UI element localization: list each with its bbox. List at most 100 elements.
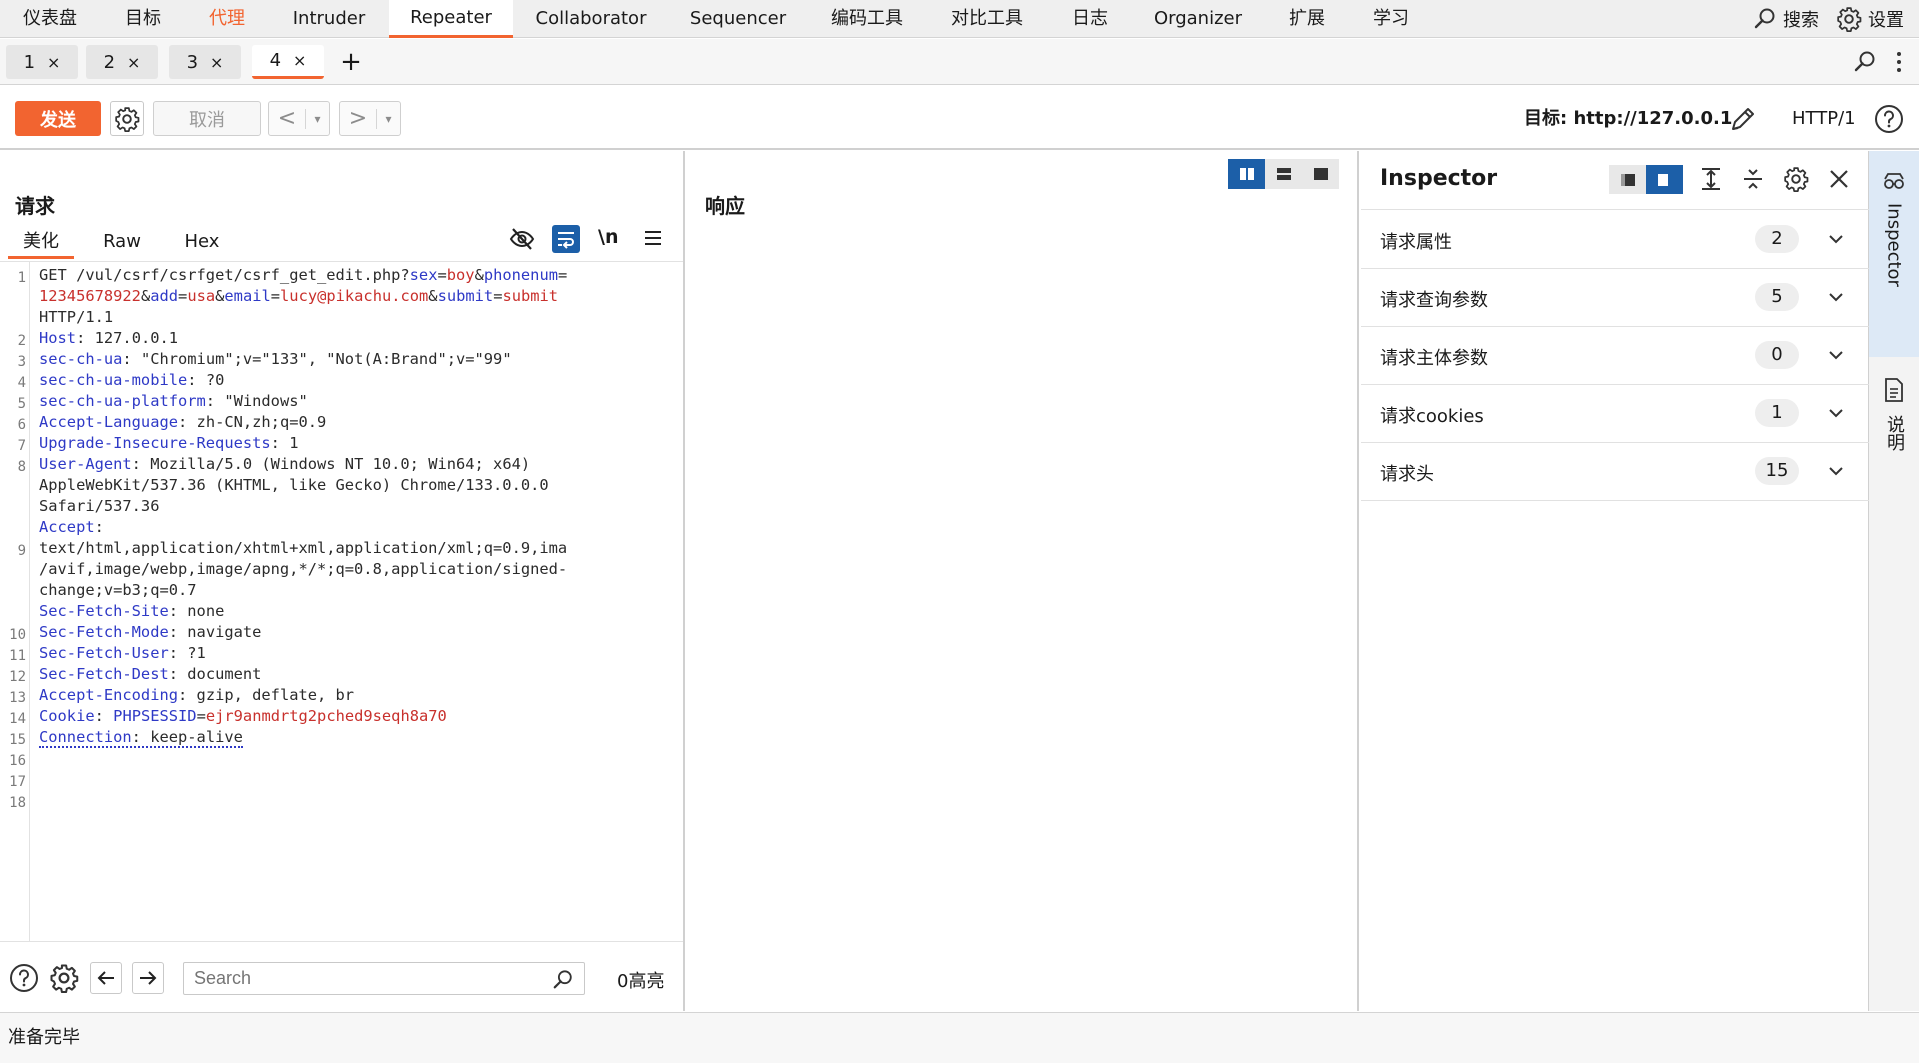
- status-bar: 准备完毕: [0, 1012, 1919, 1063]
- repeater-tab-4[interactable]: 4 ×: [252, 45, 324, 79]
- line-number: 1: [17, 270, 26, 286]
- request-search-field[interactable]: [183, 962, 585, 995]
- tab-hex[interactable]: Hex: [176, 229, 228, 259]
- inspector-row-label: 请求属性: [1380, 232, 1452, 253]
- line-number: 16: [9, 753, 26, 769]
- inspector-layout-left-icon[interactable]: [1609, 165, 1646, 194]
- chevron-down-icon[interactable]: [1827, 230, 1845, 248]
- help-icon[interactable]: [1874, 104, 1904, 134]
- menu-lines-icon[interactable]: [642, 227, 664, 249]
- response-title: 响应: [705, 194, 745, 218]
- line-number: 5: [17, 396, 26, 412]
- inspector-row-body-params[interactable]: 请求主体参数 0: [1361, 327, 1869, 385]
- tab-pretty[interactable]: 美化: [8, 229, 74, 259]
- repeater-tab-3[interactable]: 3 ×: [169, 45, 241, 79]
- global-settings-button[interactable]: 设置: [1836, 0, 1904, 38]
- inspector-row-cookies[interactable]: 请求cookies 1: [1361, 385, 1869, 443]
- request-code[interactable]: GET /vul/csrf/csrfget/csrf_get_edit.php?…: [39, 265, 679, 748]
- inspector-row-request-attributes[interactable]: 请求属性 2: [1361, 211, 1869, 269]
- menu-collaborator[interactable]: Collaborator: [528, 0, 654, 38]
- inspector-row-query-params[interactable]: 请求查询参数 5: [1361, 269, 1869, 327]
- code-line: Safari/537.36: [39, 497, 160, 515]
- inspector-panel: Inspector 请求属性 2 请求查询参数 5 请求主体参数 0 请求coo…: [1361, 151, 1869, 1011]
- code-line: Cookie: PHPSESSID=ejr9anmdrtg2pched9seqh…: [39, 707, 447, 725]
- show-newlines-toggle[interactable]: \n: [598, 226, 618, 248]
- line-number: 4: [17, 375, 26, 391]
- expand-all-icon[interactable]: [1699, 167, 1723, 191]
- search-icon[interactable]: [552, 969, 574, 991]
- rail-tab-label: 说明: [1884, 415, 1905, 451]
- close-icon[interactable]: [1829, 169, 1849, 189]
- request-editor[interactable]: 1 2 3 4 5 6 7 8 9 10 11 12 13 14 15 16 1…: [0, 261, 683, 942]
- code-line: Connection: keep-alive: [39, 728, 243, 748]
- rail-tab-notes[interactable]: 说明: [1869, 377, 1919, 507]
- menu-intruder[interactable]: Intruder: [280, 0, 378, 38]
- menu-learn[interactable]: 学习: [1356, 0, 1426, 38]
- code-line: sec-ch-ua: "Chromium";v="133", "Not(A:Br…: [39, 350, 512, 368]
- edit-target-pencil-icon[interactable]: [1728, 104, 1758, 134]
- back-glyph: <: [277, 106, 297, 131]
- gear-icon: [1836, 6, 1862, 32]
- help-icon[interactable]: [8, 962, 40, 994]
- count-badge: 15: [1755, 457, 1799, 485]
- history-forward-button[interactable]: > ▾: [339, 101, 401, 136]
- gear-icon[interactable]: [48, 962, 80, 994]
- search-input[interactable]: [184, 963, 534, 994]
- code-line: text/html,application/xhtml+xml,applicat…: [39, 539, 568, 557]
- chevron-down-icon[interactable]: [1827, 404, 1845, 422]
- next-match-arrow-right-icon[interactable]: [132, 962, 164, 994]
- add-tab-button[interactable]: +: [336, 45, 366, 79]
- send-button[interactable]: 发送: [15, 101, 101, 136]
- request-panel: 请求 美化 Raw Hex \n 1 2 3 4 5 6 7 8 9 10 11…: [0, 151, 685, 1011]
- layout-side-by-side-icon[interactable]: [1228, 159, 1265, 189]
- menu-repeater[interactable]: Repeater: [389, 0, 513, 38]
- word-wrap-toggle-icon[interactable]: [552, 225, 580, 253]
- http-version-toggle[interactable]: HTTP/1: [1792, 102, 1856, 135]
- repeater-tab-1[interactable]: 1 ×: [6, 45, 78, 79]
- menu-sequencer[interactable]: Sequencer: [676, 0, 800, 38]
- gear-icon[interactable]: [1783, 166, 1809, 192]
- code-line: HTTP/1.1: [39, 308, 114, 326]
- close-icon[interactable]: ×: [293, 51, 306, 70]
- chevron-down-icon[interactable]: [1827, 288, 1845, 306]
- menu-organizer[interactable]: Organizer: [1142, 0, 1254, 38]
- close-icon[interactable]: ×: [47, 53, 60, 72]
- inspector-row-label: 请求cookies: [1380, 406, 1484, 427]
- chevron-down-icon[interactable]: ▾: [305, 108, 329, 129]
- code-line: Upgrade-Insecure-Requests: 1: [39, 434, 299, 452]
- inspector-row-headers[interactable]: 请求头 15: [1361, 443, 1869, 501]
- close-icon[interactable]: ×: [210, 53, 223, 72]
- chevron-down-icon[interactable]: [1827, 346, 1845, 364]
- repeater-tab-2[interactable]: 2 ×: [86, 45, 158, 79]
- collapse-all-icon[interactable]: [1741, 167, 1765, 191]
- code-line: Accept-Encoding: gzip, deflate, br: [39, 686, 355, 704]
- previous-match-arrow-left-icon[interactable]: [90, 962, 122, 994]
- menu-target[interactable]: 目标: [110, 0, 176, 38]
- menu-proxy[interactable]: 代理: [194, 0, 260, 38]
- menu-dashboard[interactable]: 仪表盘: [8, 0, 92, 38]
- tab-search-icon[interactable]: [1853, 50, 1877, 74]
- menu-logger[interactable]: 日志: [1060, 0, 1120, 38]
- line-number: 17: [9, 774, 26, 790]
- inspector-row-label: 请求主体参数: [1380, 348, 1488, 369]
- layout-tabs-icon[interactable]: [1302, 159, 1339, 189]
- chevron-down-icon[interactable]: ▾: [376, 108, 400, 129]
- menu-comparer[interactable]: 对比工具: [938, 0, 1036, 38]
- code-line: /avif,image/webp,image/apng,*/*;q=0.8,ap…: [39, 560, 568, 578]
- close-icon[interactable]: ×: [127, 53, 140, 72]
- hide-invisible-eye-icon[interactable]: [508, 225, 536, 253]
- rail-tab-inspector[interactable]: Inspector: [1869, 151, 1919, 357]
- inspector-layout-right-icon[interactable]: [1646, 165, 1683, 194]
- more-options-icon[interactable]: [1893, 50, 1905, 74]
- code-line: AppleWebKit/537.36 (KHTML, like Gecko) C…: [39, 476, 549, 494]
- rail-tab-label: Inspector: [1883, 203, 1905, 287]
- chevron-down-icon[interactable]: [1827, 462, 1845, 480]
- menu-extensions[interactable]: 扩展: [1272, 0, 1342, 38]
- send-settings-button[interactable]: [110, 101, 144, 136]
- global-search-button[interactable]: 搜索: [1753, 0, 1819, 38]
- menu-decoder[interactable]: 编码工具: [818, 0, 916, 38]
- request-search-bar: 0高亮: [0, 941, 683, 1011]
- tab-raw[interactable]: Raw: [96, 229, 148, 259]
- layout-stacked-icon[interactable]: [1265, 159, 1302, 189]
- history-back-button[interactable]: < ▾: [268, 101, 330, 136]
